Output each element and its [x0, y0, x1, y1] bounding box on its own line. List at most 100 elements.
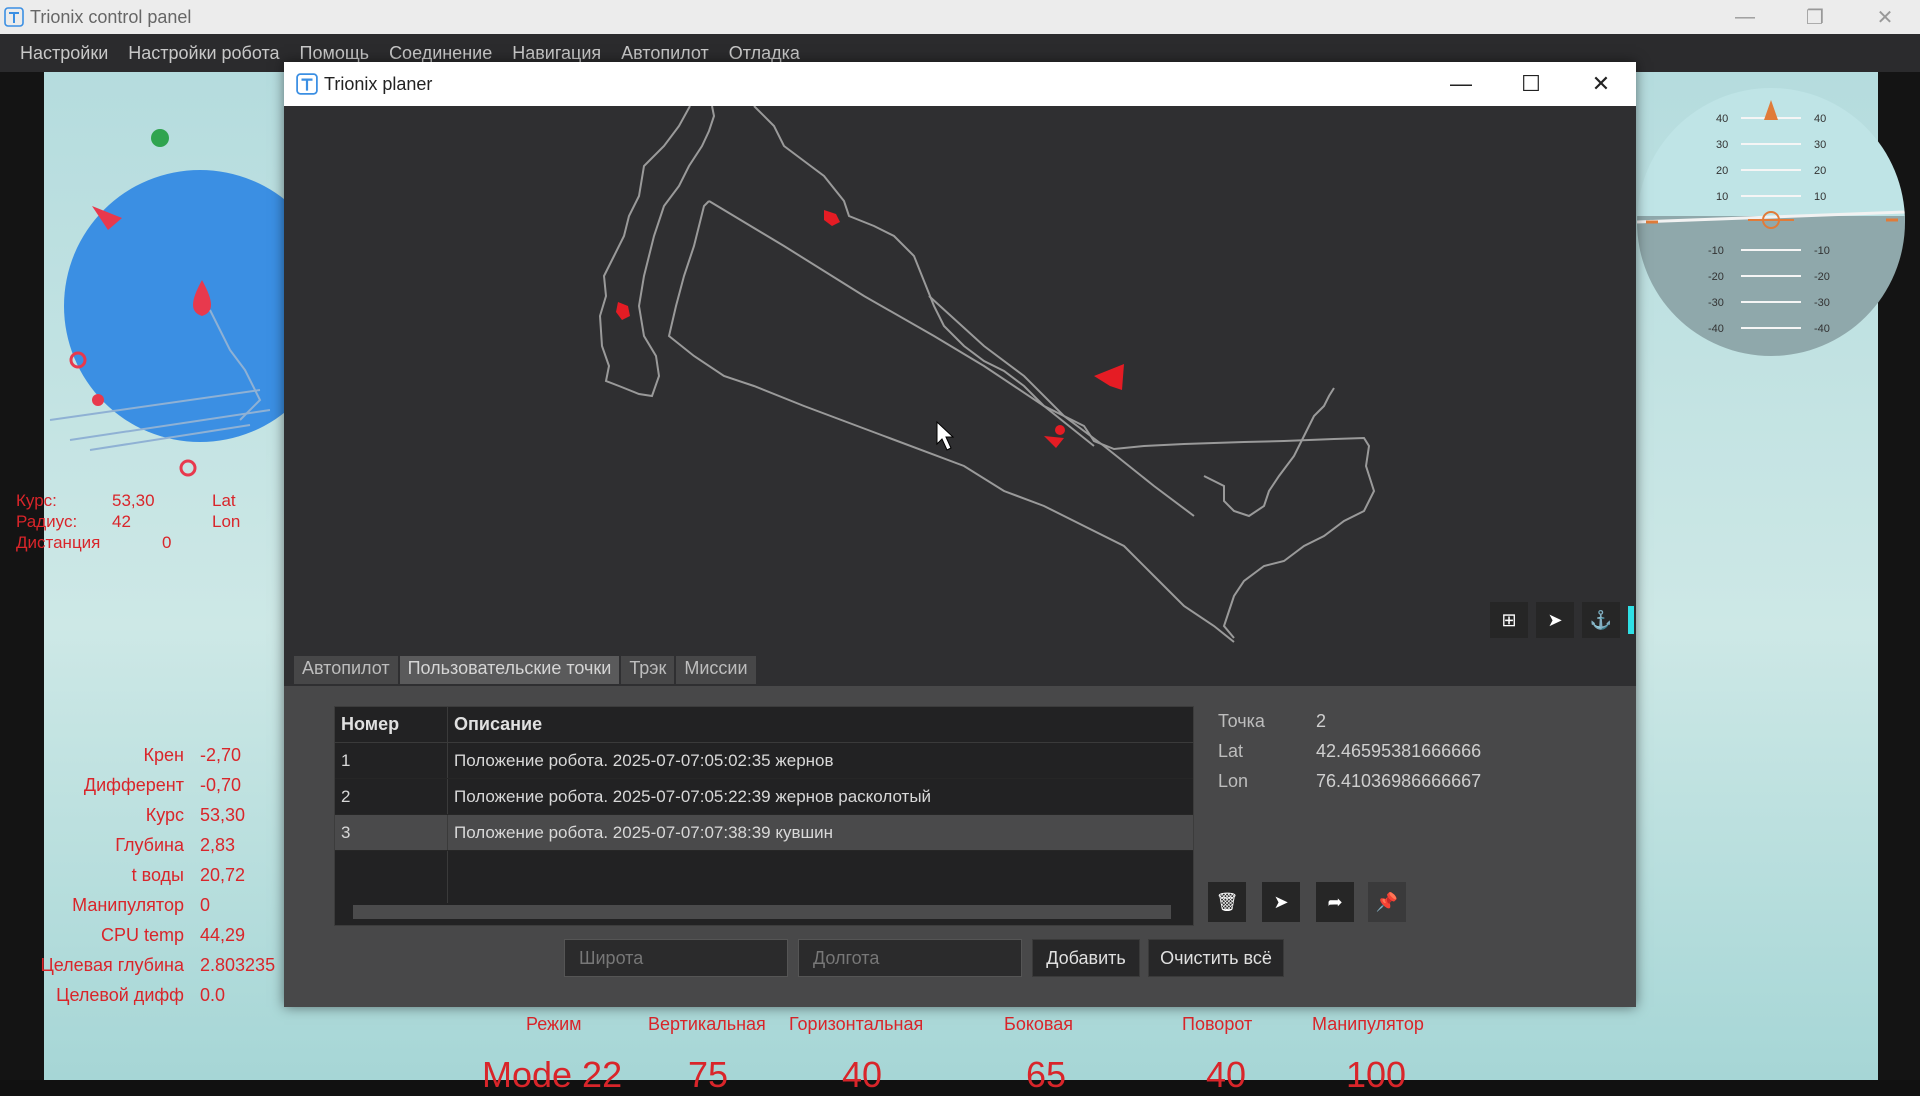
pitch-label: 40 [1716, 113, 1728, 125]
pitch-label: -10 [1814, 245, 1830, 257]
pitch-label: Дифферент [83, 775, 184, 795]
pitch-label: 30 [1716, 139, 1728, 151]
send-map-button[interactable]: ➤ [1536, 602, 1574, 638]
trash-icon: 🗑 [1215, 891, 1239, 912]
point-label: Точка [1218, 711, 1265, 731]
tab-missions[interactable]: Миссии [676, 656, 756, 684]
depth-label: Глубина [115, 835, 184, 855]
lon-label: Lon [1218, 771, 1249, 791]
map-view[interactable] [284, 106, 1636, 648]
cpu-temp-label: CPU temp [100, 925, 184, 945]
pitch-label: -20 [1814, 271, 1830, 283]
pin-icon: 📌 [1375, 891, 1399, 912]
menu-autopilot[interactable]: Автопилот [611, 43, 719, 64]
restore-icon[interactable]: ❐ [1780, 0, 1850, 34]
menu-navigation[interactable]: Навигация [502, 43, 611, 64]
vertical-label: Вертикальная [648, 1014, 766, 1034]
table-row[interactable]: 1 Положение робота. 2025-07-07:05:02:35 … [335, 743, 1193, 779]
turn-value: 40 [1206, 1054, 1247, 1095]
pitch-label: 30 [1814, 139, 1826, 151]
waypoint-marker-icon [1044, 436, 1064, 448]
tab-autopilot[interactable]: Автопилот [294, 656, 398, 684]
maximize-icon[interactable]: ☐ [1496, 62, 1566, 106]
shoreline [598, 106, 716, 398]
menu-settings[interactable]: Настройки [10, 43, 118, 64]
turn-label: Поворот [1182, 1014, 1253, 1034]
track-line [928, 295, 1195, 517]
latitude-input[interactable]: Широта [564, 939, 788, 977]
table-row[interactable]: 2 Положение робота. 2025-07-07:05:22:39 … [335, 779, 1193, 815]
menu-robot-settings[interactable]: Настройки робота [118, 43, 289, 64]
send-point-button[interactable]: ➤ [1262, 882, 1300, 922]
anchor-button[interactable]: ⚓ [1582, 602, 1620, 638]
table-row-selected[interactable]: 3 Положение робота. 2025-07-07:07:38:39 … [335, 815, 1193, 851]
roll-label: Крен [143, 745, 184, 765]
points-table: Номер Описание 1 Положение робота. 2025-… [334, 706, 1194, 926]
table-horizontal-scrollbar[interactable] [353, 905, 1171, 919]
thruster-labels: Режим Вертикальная Горизонтальная Бокова… [0, 1014, 1920, 1044]
row-number: 2 [335, 779, 448, 814]
manipulator-label: Манипулятор [72, 895, 184, 915]
shoreline [753, 106, 1376, 639]
delete-point-button[interactable]: 🗑 [1208, 882, 1246, 922]
tab-track[interactable]: Трэк [621, 656, 675, 684]
target-pitch-label: Целевой дифф [56, 985, 184, 1005]
close-icon[interactable]: ✕ [1566, 62, 1636, 106]
lon-label: Lon [212, 512, 241, 531]
app-titlebar: Trionix control panel — ❐ ✕ [0, 0, 1920, 34]
horizontal-value: 40 [842, 1054, 883, 1095]
manipulator-thruster-label: Манипулятор [1312, 1014, 1424, 1034]
pitch-label: 40 [1814, 113, 1826, 125]
vertical-value: 75 [688, 1054, 729, 1095]
heading-label: Курс [145, 805, 184, 825]
lateral-label: Боковая [1004, 1014, 1074, 1034]
pitch-label: 20 [1814, 165, 1826, 177]
add-point-icon: ⊞ [1501, 609, 1517, 630]
radius-value: 42 [112, 512, 131, 531]
radius-label: Радиус: [16, 512, 78, 531]
menu-help[interactable]: Помощь [290, 43, 380, 64]
menu-connection[interactable]: Соединение [379, 43, 502, 64]
pitch-label: -40 [1708, 323, 1724, 335]
map-scroll-handle[interactable] [1628, 606, 1634, 634]
lat-label: Lat [212, 491, 236, 510]
lat-value: 42.46595381666666 [1316, 741, 1482, 761]
clear-all-button[interactable]: Очистить всё [1148, 939, 1284, 977]
add-point-button[interactable]: ⊞ [1490, 602, 1528, 638]
pitch-label: -30 [1814, 297, 1830, 309]
add-button[interactable]: Добавить [1032, 939, 1140, 977]
pin-point-button[interactable]: 📌 [1368, 882, 1406, 922]
planer-title: Trionix planer [324, 73, 433, 94]
mode-label: Режим [526, 1014, 582, 1034]
planer-titlebar[interactable]: Trionix planer — ☐ ✕ [284, 62, 1636, 106]
minimize-icon[interactable]: — [1426, 62, 1496, 106]
start-marker-icon [151, 129, 169, 147]
tab-user-points[interactable]: Пользовательские точки [399, 656, 620, 684]
waypoint-marker-icon [1094, 364, 1124, 390]
send-icon: ➤ [1273, 891, 1289, 912]
anchor-icon: ⚓ [1589, 609, 1613, 630]
header-number[interactable]: Номер [335, 707, 448, 742]
course-label: Курс: [16, 491, 57, 510]
sonar-display [49, 129, 290, 477]
table-header: Номер Описание [335, 707, 1193, 743]
lateral-value: 65 [1026, 1054, 1067, 1095]
pitch-label: 20 [1716, 165, 1728, 177]
close-icon[interactable]: ✕ [1850, 0, 1920, 34]
trionix-logo-icon [4, 7, 24, 27]
header-description[interactable]: Описание [448, 707, 1193, 742]
point-details: Точка 2 Lat 42.46595381666666 Lon 76.410369… [1218, 706, 1481, 796]
waypoint-marker-icon [616, 302, 630, 320]
minimize-icon[interactable]: — [1710, 0, 1780, 34]
track-line [708, 200, 1095, 447]
share-point-button[interactable]: ➦ [1316, 882, 1354, 922]
track-line [667, 200, 1235, 643]
horizontal-label: Горизонтальная [789, 1014, 924, 1034]
pitch-label: -10 [1708, 245, 1724, 257]
course-value: 53,30 [112, 491, 155, 510]
longitude-input[interactable]: Долгота [798, 939, 1022, 977]
planer-tabs: Автопилот Пользовательские точки Трэк Ми… [294, 656, 758, 684]
send-icon: ➤ [1547, 609, 1563, 630]
pitch-label: 10 [1814, 191, 1826, 203]
menu-debug[interactable]: Отладка [719, 43, 810, 64]
